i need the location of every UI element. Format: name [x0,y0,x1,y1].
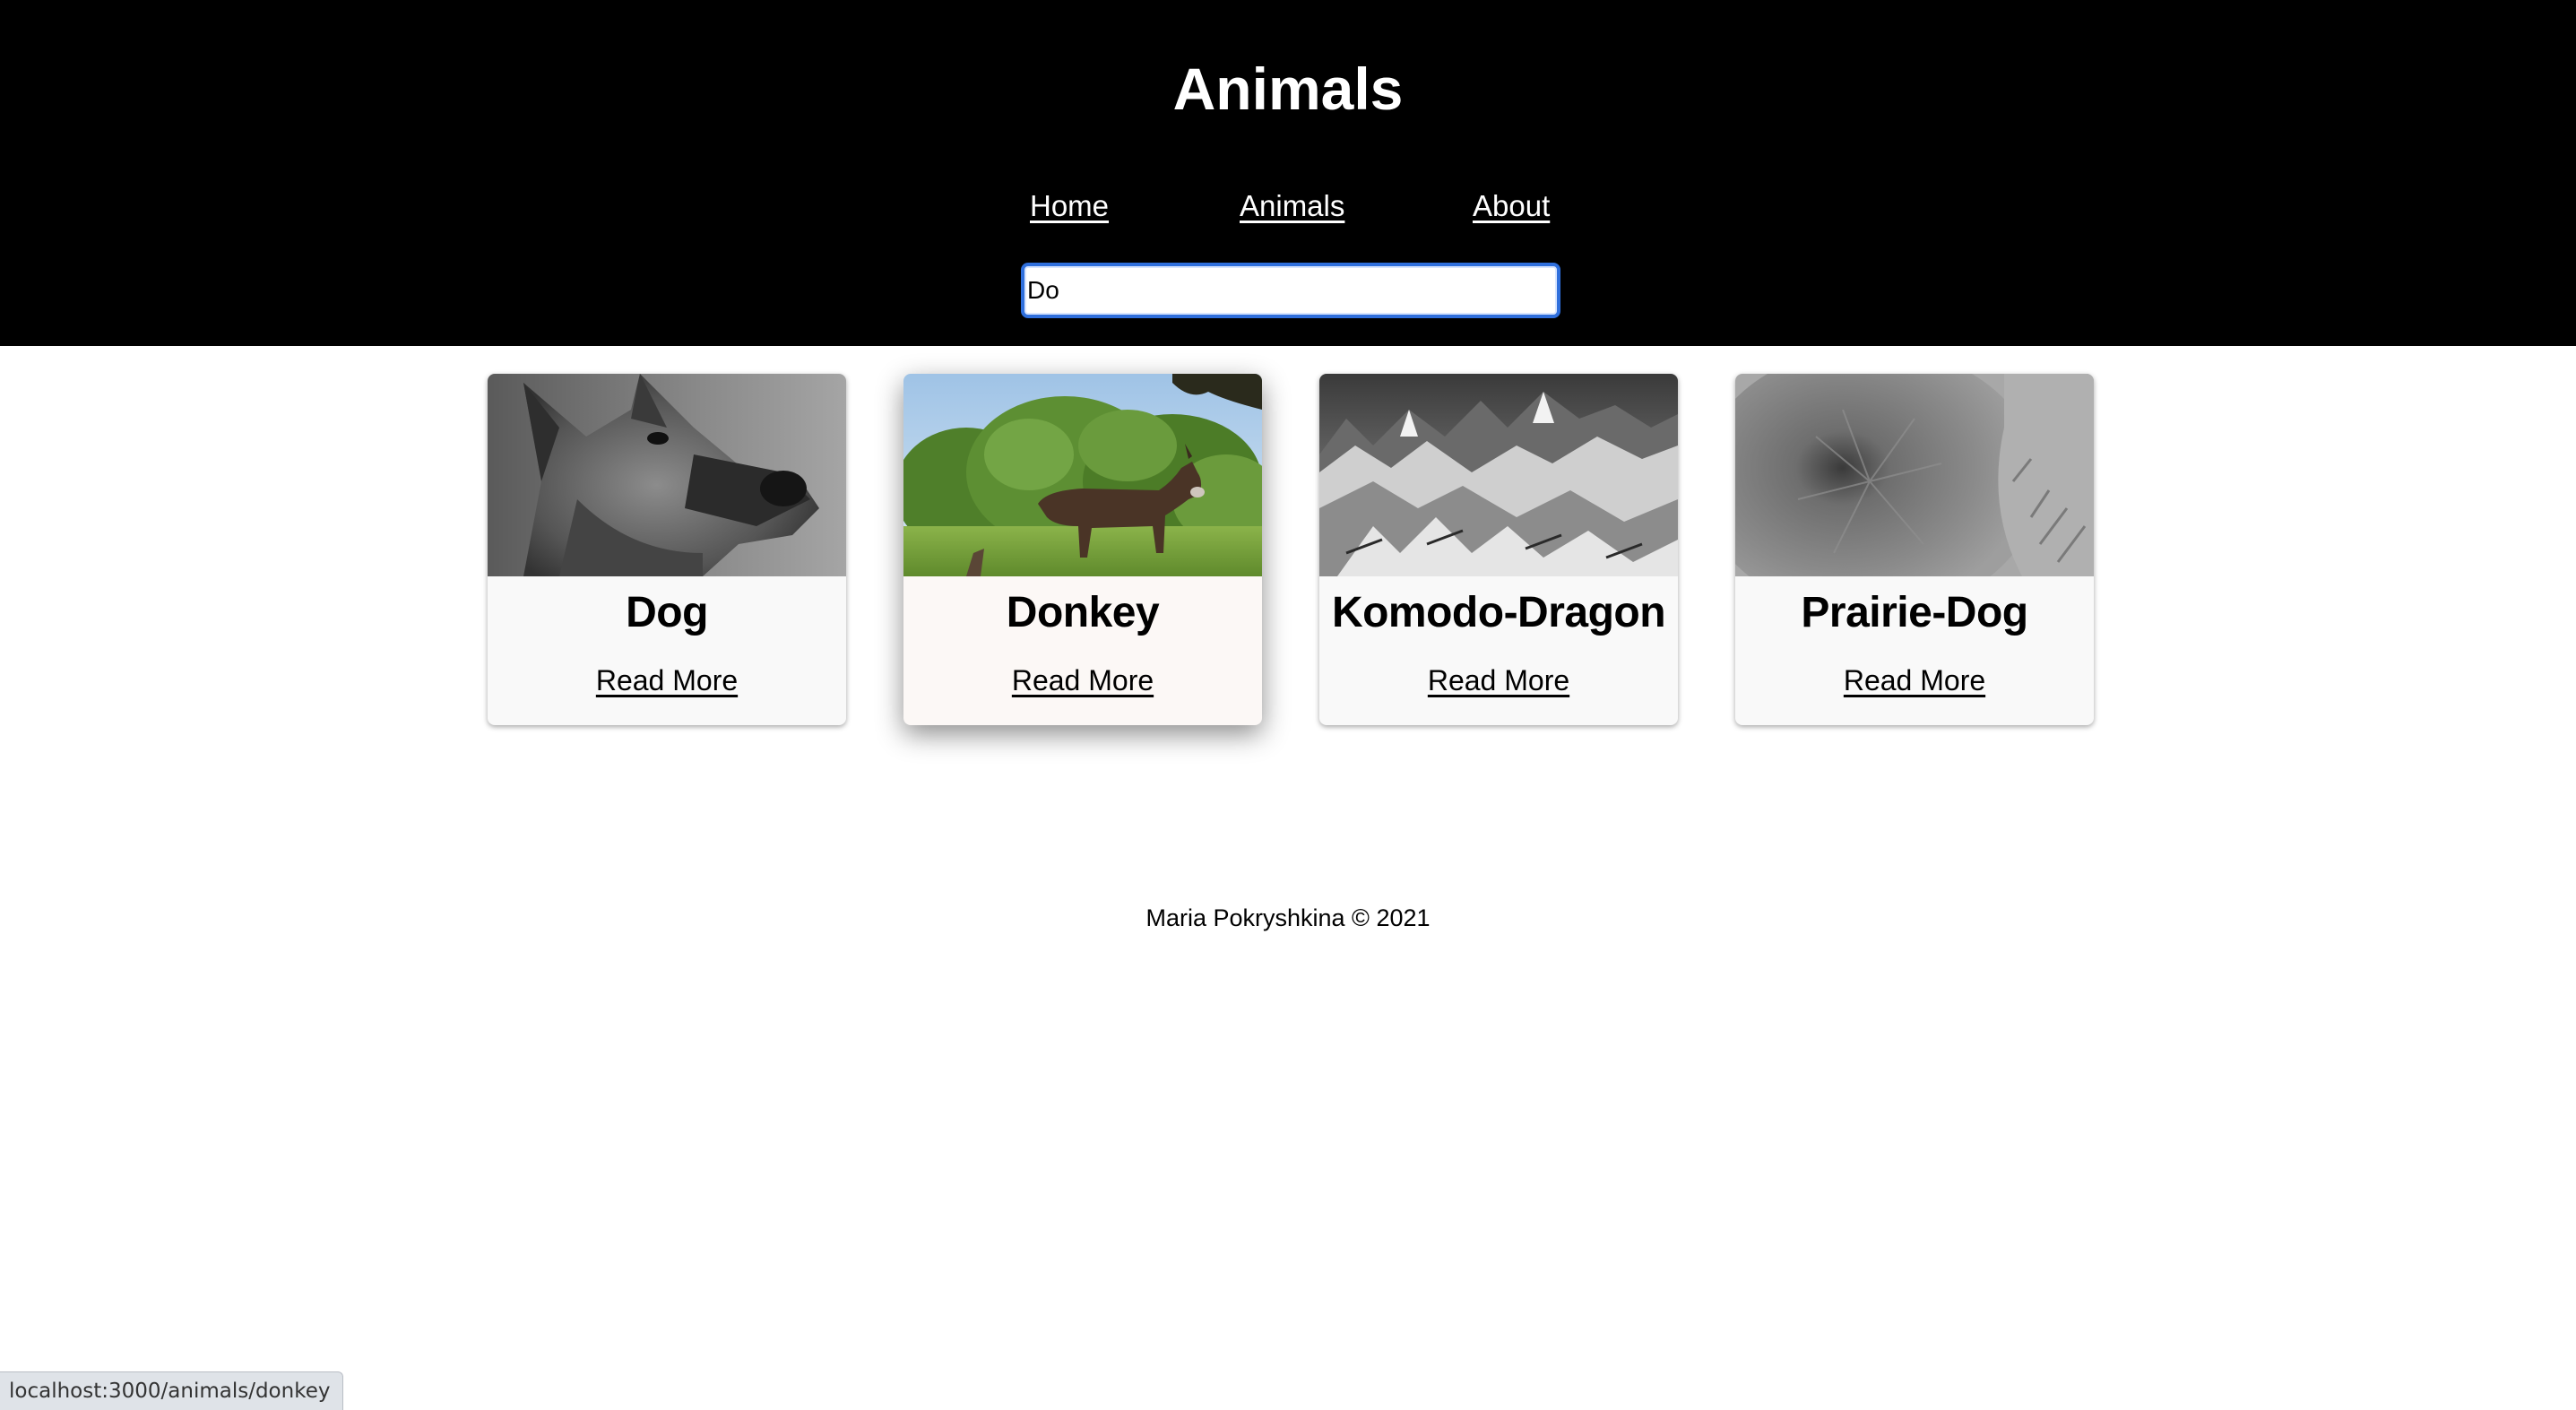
site-header: Animals Home Animals About [0,0,2576,346]
read-more-link[interactable]: Read More [1844,664,1985,696]
site-title: Animals [1172,56,1404,122]
nav-link-home[interactable]: Home [1030,184,1109,229]
nav-link-animals[interactable]: Animals [1240,184,1344,229]
card-title: Donkey [1006,589,1160,636]
read-more-link[interactable]: Read More [1012,664,1154,696]
card-title: Dog [626,589,708,636]
main-nav: Home Animals About [0,184,2576,229]
card-title: Komodo-Dragon [1331,589,1666,636]
search-box [1021,263,1560,318]
furry-animal-photo [1735,374,2094,576]
link-preview-status-bar: localhost:3000/animals/donkey [0,1371,344,1410]
donkey-photo [903,374,1262,576]
read-more-link[interactable]: Read More [596,664,738,696]
animal-card-komodo-dragon[interactable]: Komodo-Dragon Read More [1319,374,1678,725]
animal-card-prairie-dog[interactable]: Prairie-Dog Read More [1735,374,2094,725]
nav-link-about[interactable]: About [1473,184,1550,229]
card-title: Prairie-Dog [1801,589,2028,636]
animal-card-dog[interactable]: Dog Read More [488,374,846,725]
search-input[interactable] [1024,266,1557,315]
animal-card-donkey[interactable]: Donkey Read More [903,374,1262,725]
mountain-photo [1319,374,1678,576]
dog-photo [488,374,846,576]
footer-copyright: Maria Pokryshkina © 2021 [1145,904,1431,931]
read-more-link[interactable]: Read More [1428,664,1569,696]
